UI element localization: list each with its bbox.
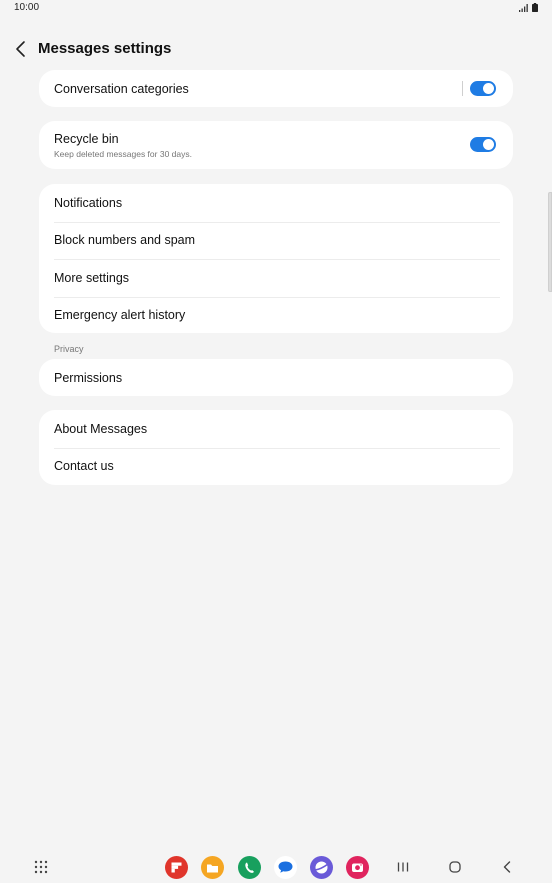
conversation-categories-row[interactable]: Conversation categories (39, 70, 513, 107)
privacy-section-title: Privacy (54, 344, 84, 354)
app-drawer-icon[interactable] (30, 856, 52, 878)
conversation-categories-label: Conversation categories (54, 82, 189, 96)
status-bar: 10:00 (0, 0, 552, 18)
main-settings-card: Notifications Block numbers and spam Mor… (39, 184, 513, 333)
row-label: About Messages (54, 421, 148, 436)
messages-app-icon[interactable] (274, 856, 297, 879)
internet-app-icon[interactable] (310, 856, 333, 879)
recycle-bin-switch[interactable] (470, 137, 496, 152)
list-item-contact-us[interactable]: Contact us (39, 447, 513, 486)
nav-back-icon[interactable] (496, 856, 518, 878)
page-title: Messages settings (38, 40, 172, 57)
back-chevron-icon[interactable] (13, 40, 29, 58)
list-item-block-numbers-and-spam[interactable]: Block numbers and spam (39, 221, 513, 260)
messages-settings-screen: 10:00 Messages settings Conversation cat… (0, 0, 552, 883)
row-label: More settings (54, 270, 130, 285)
home-icon[interactable] (444, 856, 466, 878)
list-item-emergency-alert-history[interactable]: Emergency alert history (39, 296, 513, 335)
switch-knob (483, 139, 494, 150)
row-label: Contact us (54, 459, 114, 474)
about-card: About Messages Contact us (39, 410, 513, 485)
list-item-more-settings[interactable]: More settings (39, 259, 513, 297)
status-time: 10:00 (14, 2, 40, 13)
list-item-about-messages[interactable]: About Messages (39, 410, 513, 448)
edge-panel-handle[interactable] (548, 192, 552, 292)
recycle-bin-row[interactable]: Recycle bin Keep deleted messages for 30… (39, 121, 513, 169)
row-label: Permissions (54, 370, 123, 385)
phone-app-icon[interactable] (238, 856, 261, 879)
flipboard-app-icon[interactable] (165, 856, 188, 879)
privacy-card: Permissions (39, 359, 513, 396)
recycle-bin-card[interactable]: Recycle bin Keep deleted messages for 30… (39, 121, 513, 169)
conversation-categories-switch[interactable] (470, 81, 496, 96)
signal-icon (519, 4, 528, 12)
recent-apps-icon[interactable] (392, 856, 414, 878)
list-item-notifications[interactable]: Notifications (39, 184, 513, 222)
row-label: Emergency alert history (54, 308, 186, 323)
status-icons (519, 3, 538, 12)
navigation-bar (0, 848, 552, 883)
recycle-bin-sublabel: Keep deleted messages for 30 days. (54, 149, 192, 159)
switch-knob (483, 83, 494, 94)
header: Messages settings (0, 36, 552, 62)
camera-app-icon[interactable] (346, 856, 369, 879)
recycle-bin-label: Recycle bin (54, 132, 119, 146)
battery-icon (532, 3, 538, 12)
row-label: Block numbers and spam (54, 233, 196, 248)
conversation-categories-card[interactable]: Conversation categories (39, 70, 513, 107)
toggle-divider (462, 81, 463, 96)
row-label: Notifications (54, 195, 123, 210)
my-files-app-icon[interactable] (201, 856, 224, 879)
list-item-permissions[interactable]: Permissions (39, 359, 513, 396)
